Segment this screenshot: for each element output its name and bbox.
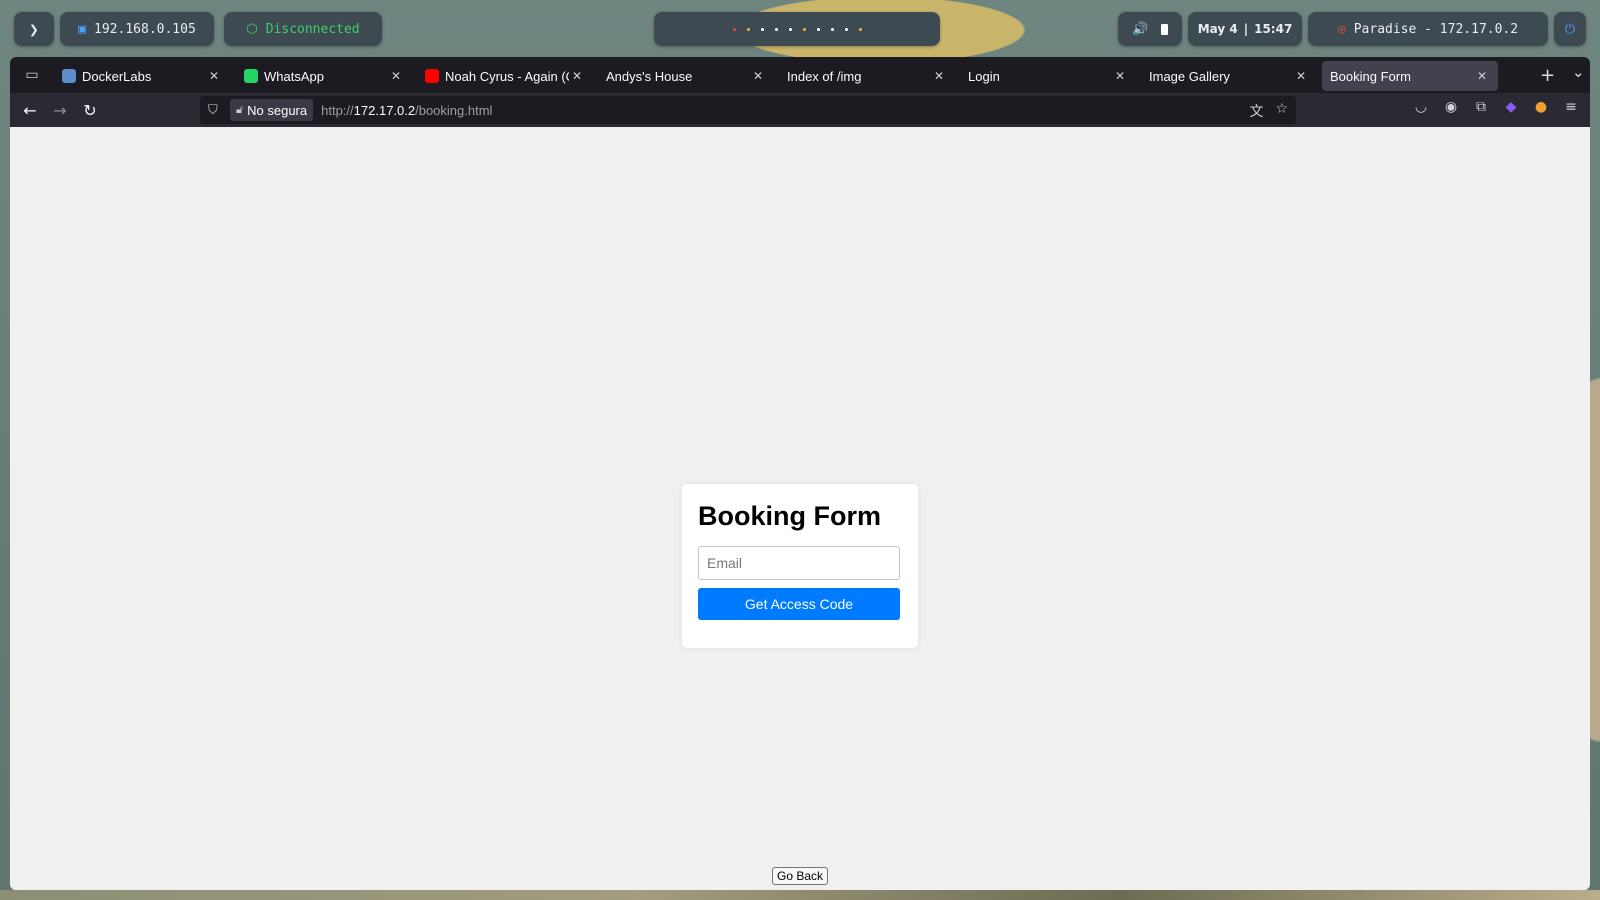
tab-title: Index of /img	[787, 68, 862, 84]
url-host: 172.17.0.2	[353, 102, 416, 118]
tab-title: Image Gallery	[1149, 68, 1230, 84]
tab-overview-icon: ▭	[25, 67, 39, 83]
app-launcher-icon: ❯	[29, 19, 39, 39]
monitor-icon: ▣	[78, 21, 87, 37]
foxyproxy-icon[interactable]: ●	[1532, 99, 1550, 115]
get-access-code-button[interactable]: Get Access Code	[698, 588, 900, 620]
target-text: Paradise - 172.17.0.2	[1353, 21, 1519, 37]
security-label: No segura	[247, 102, 308, 118]
tab-favicon-icon	[62, 69, 76, 83]
translate-icon[interactable]: 文	[1249, 101, 1263, 121]
tab-title: DockerLabs	[82, 68, 152, 84]
browser-tab[interactable]: Image Gallery ✕	[1141, 61, 1317, 91]
system-tray[interactable]: 🔊	[1118, 12, 1182, 46]
forward-button[interactable]: →	[48, 98, 72, 122]
workspace-dot[interactable]	[760, 27, 764, 31]
workspace-dot[interactable]	[816, 27, 820, 31]
reload-icon: ↻	[83, 100, 97, 120]
vpn-status: Disconnected	[265, 21, 360, 37]
workspace-switcher[interactable]	[654, 12, 940, 46]
pocket-icon[interactable]: ◡	[1412, 99, 1430, 115]
volume-icon[interactable]: 🔊	[1132, 22, 1148, 37]
tab-close-icon[interactable]: ✕	[569, 69, 585, 83]
booking-card: Booking Form Get Access Code	[682, 484, 918, 648]
tab-close-icon[interactable]: ✕	[750, 69, 766, 83]
tab-title: Andys's House	[606, 68, 693, 84]
account-icon[interactable]: ◉	[1442, 99, 1460, 115]
battery-icon[interactable]	[1160, 23, 1168, 35]
tab-favicon-icon	[425, 69, 439, 83]
browser-tab[interactable]: WhatsApp ✕	[236, 61, 412, 91]
tab-close-icon[interactable]: ✕	[1293, 69, 1309, 83]
vpn-widget[interactable]: ⬡ Disconnected	[224, 12, 382, 46]
insecure-lock-icon: 🔓︎	[236, 103, 244, 116]
top-panel: ❯ ▣ 192.168.0.105 ⬡ Disconnected 🔊 May 4…	[14, 12, 1586, 46]
tab-close-icon[interactable]: ✕	[206, 69, 222, 83]
tab-close-icon[interactable]: ✕	[1112, 69, 1128, 83]
list-all-tabs-button[interactable]: ⌄	[1572, 63, 1585, 81]
power-icon: ⏻	[1564, 21, 1576, 37]
workspace-dot[interactable]	[844, 27, 848, 31]
date-text: May 4	[1197, 22, 1238, 36]
workspace-dot[interactable]	[802, 27, 806, 31]
workspace-dot[interactable]	[830, 27, 834, 31]
tab-favicon-icon	[244, 69, 258, 83]
tab-overview-button[interactable]: ▭	[18, 61, 46, 89]
go-back-button[interactable]: Go Back	[772, 867, 829, 885]
address-bar-actions: 文 ☆	[1249, 101, 1288, 121]
tracking-protection-icon[interactable]: ⛉	[208, 103, 224, 118]
url-text[interactable]: http://172.17.0.2/booking.html	[321, 103, 492, 118]
workspace-dot[interactable]	[732, 27, 736, 31]
tab-bar: ▭ + ⌄ DockerLabs ✕ WhatsApp ✕ Noah Cyrus - A…	[10, 57, 1590, 93]
reload-button[interactable]: ↻	[78, 98, 102, 122]
browser-window: ▭ + ⌄ DockerLabs ✕ WhatsApp ✕ Noah Cyrus - A…	[10, 57, 1590, 890]
email-field[interactable]	[698, 546, 900, 580]
back-button[interactable]: ←	[18, 98, 42, 122]
workspace-dot[interactable]	[788, 27, 792, 31]
tab-close-icon[interactable]: ✕	[1474, 69, 1490, 83]
ip-address: 192.168.0.105	[94, 21, 196, 37]
app-menu-button[interactable]: ❯	[14, 12, 54, 46]
url-path: /booking.html	[415, 102, 493, 118]
page-content: Booking Form Get Access Code Go Back	[10, 127, 1590, 890]
address-bar[interactable]: ⛉ 🔓︎ No segura http://172.17.0.2/booking…	[200, 96, 1296, 124]
new-tab-button[interactable]: +	[1540, 65, 1555, 86]
extension-badge-icon[interactable]: ◆	[1502, 99, 1520, 115]
vpn-shield-icon: ⬡	[246, 21, 258, 37]
tab-title: Booking Form	[1330, 68, 1411, 84]
url-prefix: http://	[321, 102, 354, 118]
browser-tab[interactable]: Andys's House ✕	[598, 61, 774, 91]
tab-title: Login	[968, 68, 1000, 84]
browser-tab[interactable]: Index of /img ✕	[779, 61, 955, 91]
browser-tab[interactable]: Login ✕	[960, 61, 1136, 91]
site-security-badge[interactable]: 🔓︎ No segura	[230, 99, 314, 121]
menu-icon[interactable]: ≡	[1562, 99, 1580, 115]
browser-tab[interactable]: Booking Form ✕	[1322, 61, 1498, 91]
page-title: Booking Form	[698, 501, 881, 531]
extensions-icon[interactable]: ⧉	[1472, 99, 1490, 115]
browser-toolbar: ◡ ◉ ⧉ ◆ ● ≡	[1412, 99, 1580, 115]
back-arrow-icon: ←	[23, 100, 37, 120]
desktop-wallpaper-strip	[0, 890, 1600, 900]
ip-widget[interactable]: ▣ 192.168.0.105	[60, 12, 214, 46]
clock-widget[interactable]: May 4 | 15:47	[1188, 12, 1302, 46]
tab-title: WhatsApp	[264, 68, 324, 84]
clock-separator: |	[1243, 22, 1249, 36]
forward-arrow-icon: →	[53, 100, 67, 120]
browser-tab[interactable]: DockerLabs ✕	[54, 61, 230, 91]
time-text: 15:47	[1254, 22, 1293, 36]
browser-tab[interactable]: Noah Cyrus - Again (Offi✕	[417, 61, 593, 91]
tab-title: Noah Cyrus - Again (Offi	[445, 68, 569, 84]
navigation-bar: ← → ↻ ⛉ 🔓︎ No segura http://172.17.0.2/b…	[10, 93, 1590, 127]
tab-close-icon[interactable]: ✕	[388, 69, 404, 83]
bookmark-star-icon[interactable]: ☆	[1275, 101, 1288, 121]
workspace-dot[interactable]	[858, 27, 862, 31]
tab-close-icon[interactable]: ✕	[931, 69, 947, 83]
workspace-dot[interactable]	[774, 27, 778, 31]
target-icon: ◎	[1337, 21, 1346, 37]
workspace-dot[interactable]	[746, 27, 750, 31]
power-button[interactable]: ⏻	[1554, 12, 1586, 46]
target-widget[interactable]: ◎ Paradise - 172.17.0.2	[1308, 12, 1548, 46]
